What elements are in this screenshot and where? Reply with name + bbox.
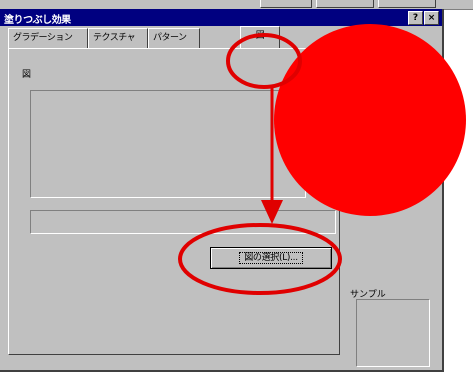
tab-highlight-ellipse	[226, 33, 302, 89]
button-highlight-ellipse	[178, 223, 342, 295]
arrow-down-icon	[261, 200, 283, 224]
annotation-overlay	[178, 24, 466, 295]
red-circle-marker	[274, 24, 466, 216]
